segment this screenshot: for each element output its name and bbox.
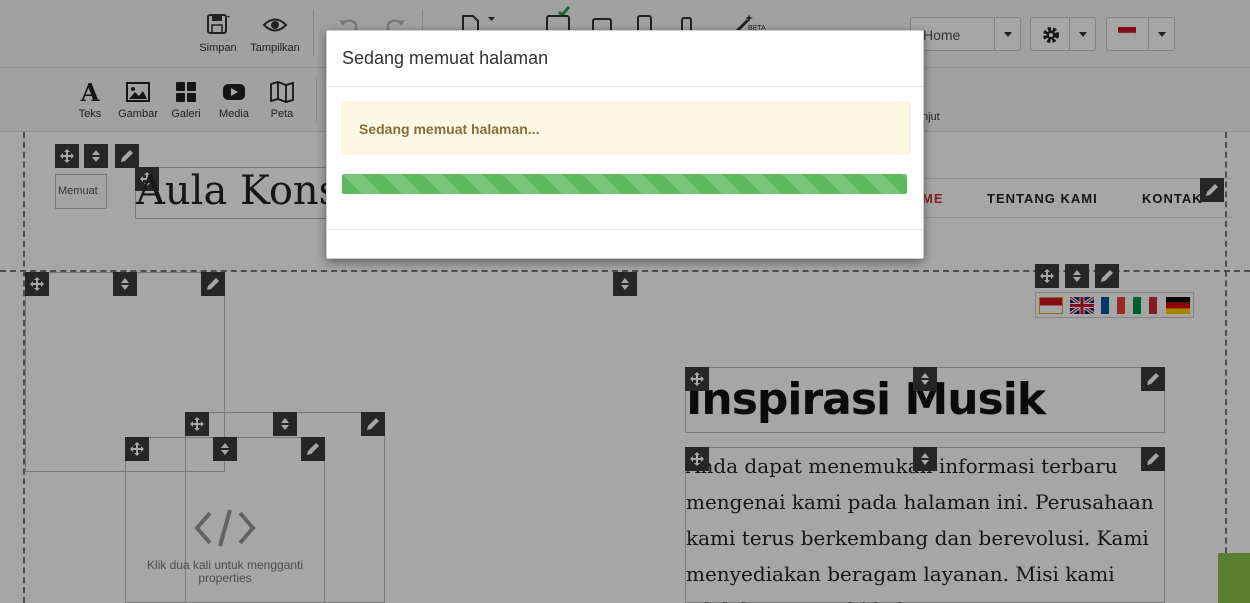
- loading-dialog: Sedang memuat halaman Sedang memuat hala…: [326, 30, 924, 259]
- dialog-title: Sedang memuat halaman: [327, 31, 923, 87]
- dialog-footer: [327, 229, 923, 259]
- progress-bar: [342, 174, 907, 194]
- progress-track: [342, 174, 907, 194]
- loading-alert: Sedang memuat halaman...: [342, 102, 910, 154]
